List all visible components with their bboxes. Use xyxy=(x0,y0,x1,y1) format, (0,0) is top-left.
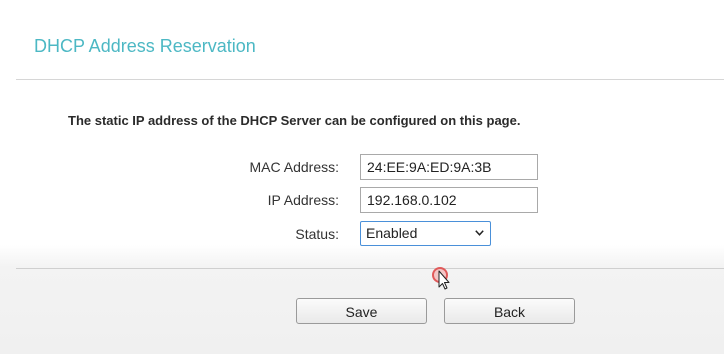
page-title: DHCP Address Reservation xyxy=(34,36,256,56)
title-divider xyxy=(16,79,724,80)
mac-address-label: MAC Address: xyxy=(249,159,339,175)
status-row: Status: Enabled xyxy=(0,221,724,247)
ip-address-field[interactable] xyxy=(360,187,538,213)
status-selected-value: Enabled xyxy=(366,225,418,241)
ip-address-row: IP Address: xyxy=(0,187,724,213)
back-button[interactable]: Back xyxy=(444,298,575,324)
chevron-down-icon xyxy=(475,230,484,236)
page-description: The static IP address of the DHCP Server… xyxy=(68,113,521,128)
mac-address-row: MAC Address: xyxy=(0,154,724,180)
status-select[interactable]: Enabled xyxy=(360,221,491,246)
ip-address-label: IP Address: xyxy=(267,192,339,208)
save-button[interactable]: Save xyxy=(296,298,427,324)
mouse-pointer-icon xyxy=(432,267,450,290)
status-label: Status: xyxy=(295,226,339,242)
button-panel-divider xyxy=(16,268,724,269)
mac-address-field[interactable] xyxy=(360,154,538,180)
